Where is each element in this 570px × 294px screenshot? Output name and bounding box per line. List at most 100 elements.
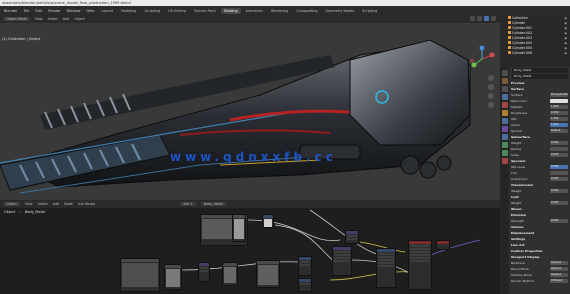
property-label: Backface — [511, 261, 525, 265]
physics-icon[interactable] — [501, 134, 508, 140]
object-icon[interactable] — [501, 110, 508, 116]
property-value[interactable]: 0.050 — [550, 153, 568, 157]
property-value[interactable]: 0.250 — [550, 111, 568, 115]
property-value[interactable]: 0.000 — [550, 189, 568, 193]
separate-rgb-node[interactable] — [198, 262, 210, 282]
property-value[interactable]: Dithered — [550, 279, 568, 283]
viewport-nav-tools — [488, 75, 494, 108]
navigation-gizmo[interactable] — [468, 45, 496, 73]
menu-edit[interactable]: Edit — [33, 9, 44, 13]
property-value[interactable]: 0.000 — [550, 219, 568, 223]
outliner[interactable]: Collection ◉ Cylinder ◉ Cylinder.001 ◉ Cyli… — [500, 15, 570, 67]
property-label: Transmission — [511, 183, 534, 187]
color-ramp-node[interactable] — [345, 230, 359, 244]
eye-icon[interactable]: ◉ — [564, 36, 567, 40]
mapping-node[interactable] — [262, 214, 274, 228]
tab-modeling[interactable]: Modeling — [118, 8, 139, 14]
property-label: Tint — [511, 171, 517, 175]
eye-icon[interactable]: ◉ — [564, 26, 567, 30]
property-value[interactable] — [550, 147, 568, 151]
tab-shading[interactable]: Shading — [220, 7, 241, 14]
mix-node[interactable] — [332, 246, 352, 276]
tab-uv-editing[interactable]: UV Editing — [165, 8, 189, 14]
property-value[interactable]: Default — [550, 129, 568, 133]
tab-animation[interactable]: Animation — [243, 8, 266, 14]
image-texture-node-5[interactable] — [256, 260, 280, 288]
scene-icon[interactable] — [501, 94, 508, 100]
world-icon[interactable] — [501, 102, 508, 108]
tab-sculpting[interactable]: Sculpting — [141, 8, 163, 14]
property-value[interactable]: Opaque — [550, 261, 568, 265]
tab-texture-paint[interactable]: Texture Paint — [191, 8, 219, 14]
texture-coord-node[interactable] — [232, 214, 246, 242]
property-label: Sheen — [511, 207, 522, 211]
eye-icon[interactable]: ◉ — [564, 31, 567, 35]
menu-window[interactable]: Window — [65, 9, 83, 13]
material-icon[interactable] — [501, 158, 508, 164]
material-slot-field[interactable]: Body_Metal — [512, 74, 568, 79]
camera-icon[interactable] — [488, 93, 494, 99]
menu-help[interactable]: Help — [84, 9, 96, 13]
eye-icon[interactable]: ◉ — [564, 46, 567, 50]
math-node[interactable] — [298, 278, 312, 292]
property-value[interactable]: 0.500 — [550, 165, 568, 169]
image-texture-node-2[interactable] — [120, 258, 160, 292]
property-value[interactable]: Opaque — [550, 273, 568, 277]
property-value[interactable]: Opaque — [550, 267, 568, 271]
menu-render[interactable]: Render — [46, 9, 62, 13]
modifier-icon[interactable] — [501, 118, 508, 124]
render-icon[interactable] — [501, 78, 508, 84]
tab-rendering[interactable]: Rendering — [268, 8, 291, 14]
particles-icon[interactable] — [501, 126, 508, 132]
property-value[interactable]: 1.000 — [550, 123, 568, 127]
image-texture-node-4[interactable] — [222, 262, 238, 286]
property-row[interactable]: Render Method Dithered — [510, 278, 570, 284]
grid-icon[interactable] — [488, 102, 494, 108]
property-label: Radius — [511, 147, 522, 151]
image-texture-node-3[interactable] — [164, 264, 182, 290]
tab-compositing[interactable]: Compositing — [293, 8, 320, 14]
eye-icon[interactable]: ◉ — [564, 21, 567, 25]
tool-icon[interactable] — [501, 70, 508, 76]
property-label: Specular — [511, 159, 526, 163]
property-label: Weight — [511, 189, 522, 193]
3d-viewport[interactable]: Object Mode View Select Add Object (1) C… — [0, 15, 500, 200]
tab-scripting[interactable]: Scripting — [359, 8, 380, 14]
material-output-node[interactable] — [436, 240, 450, 250]
outliner-row[interactable]: Cylinder.006 ◉ — [500, 50, 570, 55]
property-label: Normal — [511, 129, 522, 133]
eye-icon[interactable]: ◉ — [564, 41, 567, 45]
property-value[interactable]: 0.000 — [550, 177, 568, 181]
data-icon[interactable] — [501, 150, 508, 156]
property-label: Subsurface — [511, 135, 530, 139]
top-menubar: Blender File Edit Render Window Help Lay… — [0, 6, 570, 15]
property-label: Line Art — [511, 243, 525, 247]
property-label: Anisotropic — [511, 177, 528, 181]
property-value[interactable]: 1.000 — [550, 105, 568, 109]
principled-bsdf-node[interactable] — [408, 240, 432, 290]
property-value[interactable]: Principled BSDF — [550, 93, 568, 97]
eye-icon[interactable]: ◉ — [564, 51, 567, 55]
bump-node[interactable] — [376, 248, 396, 288]
property-value[interactable] — [550, 171, 568, 175]
menu-file[interactable]: File — [22, 9, 32, 13]
properties-editor[interactable]: Body_Metal Body_Metal Preview Surface Surf… — [500, 67, 570, 294]
property-label: Preview — [511, 81, 525, 85]
property-value[interactable]: 1.450 — [550, 117, 568, 121]
menu-blender[interactable]: Blender — [2, 9, 20, 13]
output-icon[interactable] — [501, 86, 508, 92]
object-name-field[interactable]: Body_Metal — [512, 68, 568, 73]
pan-hand-icon[interactable] — [488, 84, 494, 90]
constraints-icon[interactable] — [501, 142, 508, 148]
property-value[interactable]: 0.000 — [550, 141, 568, 145]
shader-node-editor[interactable]: Object View Select Add Node Use Nodes Sl… — [0, 200, 500, 294]
property-value[interactable]: 0.000 — [550, 201, 568, 205]
tab-layout[interactable]: Layout — [98, 8, 116, 14]
zoom-icon[interactable] — [488, 75, 494, 81]
property-value[interactable] — [550, 99, 568, 103]
property-label: IOR — [511, 117, 517, 121]
eye-icon[interactable]: ◉ — [564, 16, 567, 20]
tab-geometry-nodes[interactable]: Geometry Nodes — [323, 8, 358, 14]
normal-map-node[interactable] — [298, 256, 312, 276]
mesh-icon — [508, 36, 511, 39]
